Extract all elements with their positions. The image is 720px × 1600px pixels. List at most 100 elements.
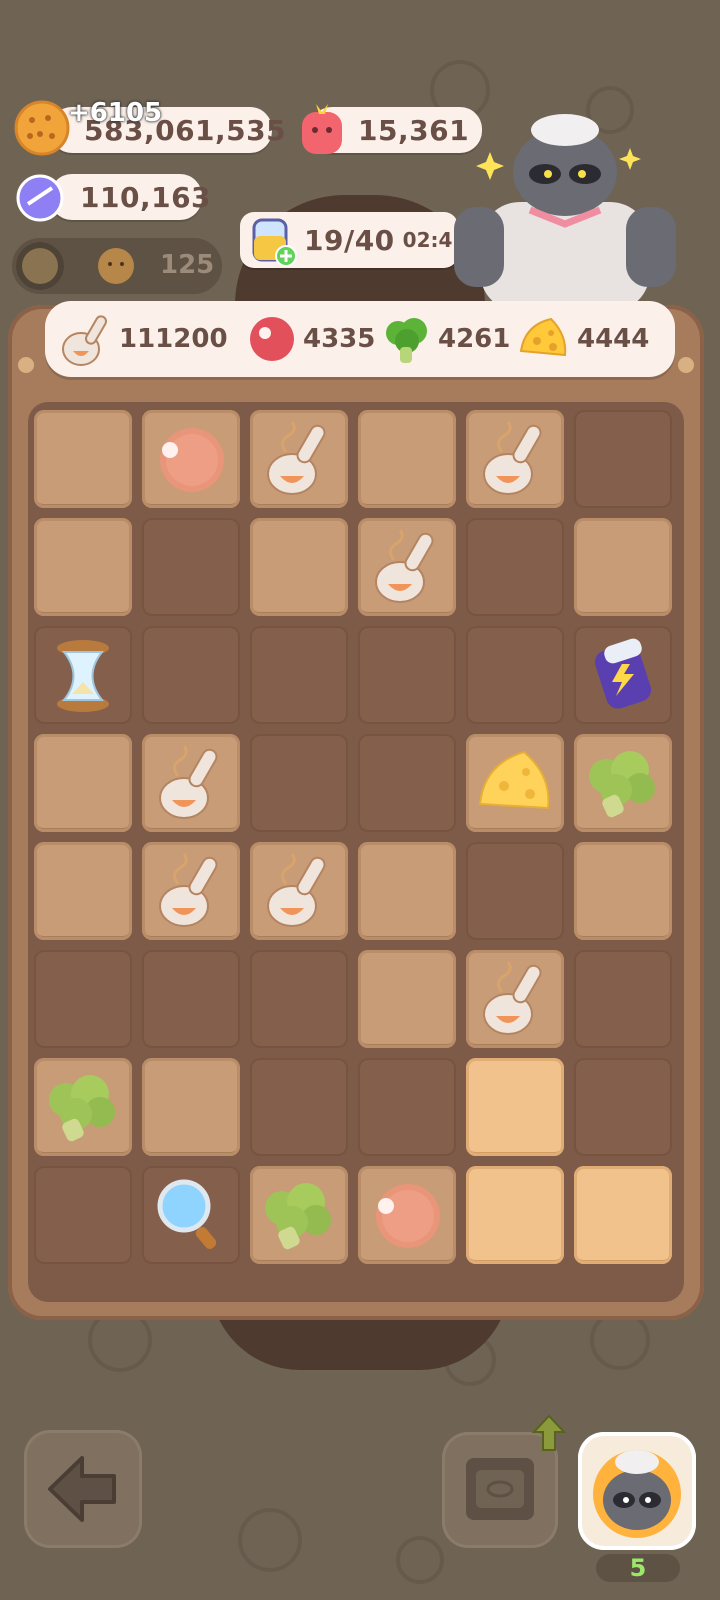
- board-cell[interactable]: [142, 1058, 240, 1156]
- meat-icon: [250, 317, 294, 361]
- broccoli-icon[interactable]: [582, 742, 664, 824]
- oven-icon: [466, 1458, 534, 1520]
- board-cell[interactable]: [358, 1058, 456, 1156]
- stock-broccoli: 4261: [380, 301, 510, 377]
- back-arrow-icon: [48, 1456, 116, 1522]
- board-cell[interactable]: [574, 1166, 672, 1264]
- board-cell[interactable]: [358, 734, 456, 832]
- stock-spoon: 111200: [59, 301, 228, 377]
- crystal-currency-pill[interactable]: 110,163: [50, 174, 211, 220]
- stock-broccoli-count: 4261: [438, 324, 511, 354]
- board-cell[interactable]: [466, 1166, 564, 1264]
- board-cell[interactable]: [250, 734, 348, 832]
- cookie-coin-icon: [14, 100, 70, 156]
- cookie-face-icon: [98, 248, 134, 284]
- board-cell[interactable]: [574, 950, 672, 1048]
- locked-gear-icon: [16, 242, 64, 290]
- hourglass-icon[interactable]: [42, 634, 124, 716]
- stock-cheese: 4444: [515, 301, 649, 377]
- energy-value: 19/40: [304, 223, 395, 257]
- board-cell[interactable]: [34, 410, 132, 508]
- board-cell[interactable]: [466, 410, 564, 508]
- board-cell[interactable]: [142, 1166, 240, 1264]
- meat-icon[interactable]: [366, 1174, 448, 1256]
- panel-rivet-left: [18, 357, 34, 373]
- spoon-icon[interactable]: [258, 850, 340, 932]
- broccoli-icon[interactable]: [258, 1174, 340, 1256]
- spoon-icon[interactable]: [366, 526, 448, 608]
- spoon-icon: [62, 315, 107, 366]
- board-cell[interactable]: [466, 626, 564, 724]
- board-cell[interactable]: [466, 950, 564, 1048]
- board-cell[interactable]: [574, 734, 672, 832]
- spoon-icon[interactable]: [150, 850, 232, 932]
- board-cell[interactable]: [466, 518, 564, 616]
- ingredient-stock-bar: 111200 4335 4261 4444: [45, 301, 675, 377]
- panel-rivet-right: [678, 357, 694, 373]
- jelly-bear-icon: [302, 104, 342, 154]
- crystal-currency-value: 110,163: [80, 180, 212, 214]
- magnifier-icon[interactable]: [150, 1174, 232, 1256]
- board-cell[interactable]: [358, 950, 456, 1048]
- board-cell[interactable]: [250, 950, 348, 1048]
- board-cell[interactable]: [142, 410, 240, 508]
- board-cell[interactable]: [34, 626, 132, 724]
- board-cell[interactable]: [250, 518, 348, 616]
- board-cell[interactable]: [574, 626, 672, 724]
- board-cell[interactable]: [250, 410, 348, 508]
- board-cell[interactable]: [250, 842, 348, 940]
- cheese-icon: [519, 317, 567, 357]
- board-cell[interactable]: [34, 734, 132, 832]
- board-cell[interactable]: [358, 518, 456, 616]
- board-cell[interactable]: [34, 518, 132, 616]
- board-cell[interactable]: [466, 1058, 564, 1156]
- board-cell[interactable]: [142, 842, 240, 940]
- board-cell[interactable]: [250, 626, 348, 724]
- energy-icon[interactable]: [582, 634, 664, 716]
- broccoli-icon: [386, 318, 427, 363]
- board-cell[interactable]: [358, 626, 456, 724]
- spoon-icon[interactable]: [150, 742, 232, 824]
- spoon-icon[interactable]: [474, 958, 556, 1040]
- back-button[interactable]: [24, 1430, 142, 1548]
- meat-icon[interactable]: [150, 418, 232, 500]
- board-cell[interactable]: [250, 1058, 348, 1156]
- board-cell[interactable]: [574, 518, 672, 616]
- cheese-icon[interactable]: [474, 742, 556, 824]
- board-cell[interactable]: [358, 842, 456, 940]
- board-cell[interactable]: [142, 950, 240, 1048]
- board-cell[interactable]: [34, 950, 132, 1048]
- board-cell[interactable]: [142, 518, 240, 616]
- board-cell[interactable]: [142, 734, 240, 832]
- chef-level-badge: 5: [596, 1554, 680, 1582]
- board-cell[interactable]: [466, 734, 564, 832]
- board-cell[interactable]: [466, 842, 564, 940]
- board-cell[interactable]: [574, 410, 672, 508]
- board-cell[interactable]: [34, 1166, 132, 1264]
- stock-cheese-count: 4444: [577, 324, 650, 354]
- raccoon-chef-character: [454, 114, 676, 307]
- board-cell[interactable]: [34, 842, 132, 940]
- chef-level-value: 5: [629, 1554, 647, 1582]
- locked-slot-value: 125: [160, 250, 215, 280]
- stock-meat: 4335: [245, 301, 375, 377]
- board-cell[interactable]: [574, 1058, 672, 1156]
- raccoon-chef-icon: [593, 1450, 681, 1538]
- stock-meat-count: 4335: [303, 324, 376, 354]
- board-cell[interactable]: [358, 410, 456, 508]
- energy-jar-icon: [252, 218, 297, 267]
- board-cell[interactable]: [142, 626, 240, 724]
- stock-spoon-count: 111200: [119, 324, 228, 354]
- board-cell[interactable]: [358, 1166, 456, 1264]
- board-cell[interactable]: [574, 842, 672, 940]
- locked-slot[interactable]: 125: [12, 238, 222, 294]
- spoon-icon[interactable]: [258, 418, 340, 500]
- board-cell[interactable]: [250, 1166, 348, 1264]
- chef-button[interactable]: [578, 1432, 696, 1550]
- broccoli-icon[interactable]: [42, 1066, 124, 1148]
- spoon-icon[interactable]: [474, 418, 556, 500]
- crystal-candy-icon: [16, 174, 64, 222]
- up-arrow-icon: [532, 1414, 566, 1451]
- cookie-gain-text: +6105: [68, 98, 163, 128]
- board-cell[interactable]: [34, 1058, 132, 1156]
